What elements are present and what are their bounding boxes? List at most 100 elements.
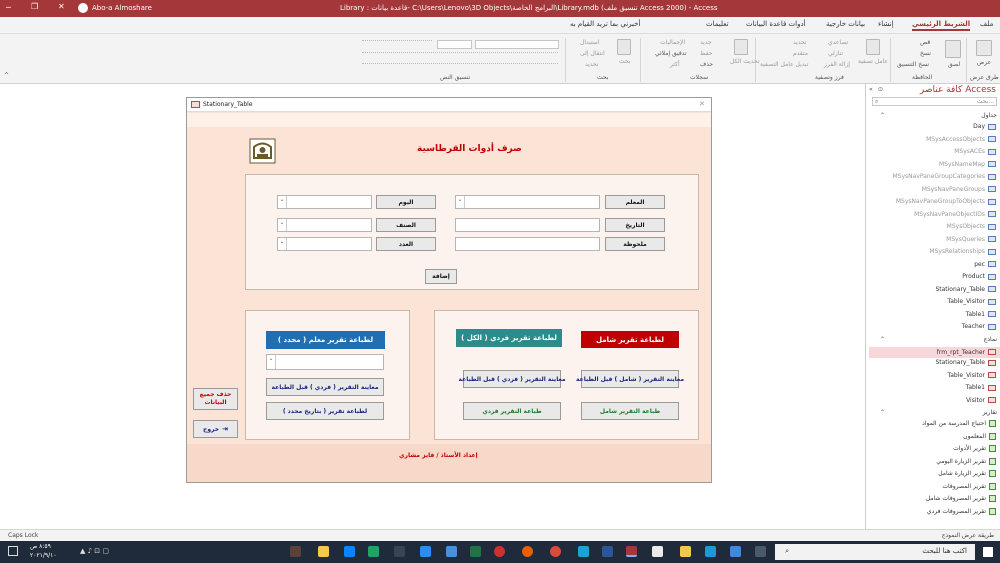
totals-button[interactable]: الإجماليات bbox=[660, 39, 685, 46]
nav-item[interactable]: Day bbox=[973, 123, 996, 130]
cut-button[interactable]: قص bbox=[920, 39, 930, 46]
app-icon-6[interactable] bbox=[318, 546, 329, 557]
paste-icon[interactable] bbox=[945, 40, 961, 58]
refresh-icon[interactable] bbox=[734, 39, 748, 55]
nav-item[interactable]: احتياج المدرسة من المواد bbox=[922, 420, 996, 427]
nav-item[interactable]: Visitor bbox=[966, 397, 996, 404]
app-icon-4[interactable] bbox=[368, 546, 379, 557]
tab-file[interactable]: ملف bbox=[980, 20, 993, 28]
nav-item[interactable]: MSysNavPaneObjectIDs bbox=[914, 211, 996, 218]
refresh-all-button[interactable]: تحديث الكل bbox=[730, 58, 760, 65]
chevron-down-icon[interactable]: ⌄ bbox=[278, 196, 287, 208]
mail-icon[interactable] bbox=[652, 546, 663, 557]
ascending-button[interactable]: تصاعدي bbox=[828, 39, 848, 46]
ie-icon[interactable] bbox=[578, 546, 589, 557]
add-button[interactable]: إضافة bbox=[425, 269, 457, 284]
view-icon[interactable] bbox=[976, 40, 992, 56]
nav-item[interactable]: Teacher bbox=[962, 323, 996, 330]
find-icon[interactable] bbox=[617, 39, 631, 55]
print-full-report-button[interactable]: طباعة التقرير شامل bbox=[581, 402, 679, 420]
chrome-icon[interactable] bbox=[550, 546, 561, 557]
selection-button[interactable]: تحديد bbox=[793, 39, 807, 46]
excel-icon[interactable] bbox=[470, 546, 481, 557]
save-record-button[interactable]: حفظ bbox=[700, 50, 712, 57]
system-tray-icons[interactable]: ▲ ♪ ⊡ ▢ bbox=[80, 547, 109, 555]
teacher-select-combo[interactable]: ⌄ bbox=[266, 354, 384, 370]
chevron-down-icon[interactable]: ⌄ bbox=[278, 219, 287, 231]
nav-item[interactable]: MSysNameMap bbox=[939, 161, 996, 168]
delete-all-data-button[interactable]: حذف جميع البيانات bbox=[193, 388, 238, 410]
count-label[interactable]: العدد bbox=[376, 237, 436, 251]
nav-item[interactable]: MSysNavPaneGroups bbox=[922, 186, 996, 193]
teacher-combo[interactable]: ⌄ bbox=[455, 195, 600, 209]
word-icon[interactable] bbox=[602, 546, 613, 557]
toggle-filter-button[interactable]: تبديل عامل التصفية bbox=[760, 61, 808, 68]
nav-item[interactable]: Table_Visitor bbox=[948, 298, 996, 305]
access-app-icon[interactable] bbox=[626, 546, 637, 557]
firefox-icon[interactable] bbox=[522, 546, 533, 557]
edge-icon[interactable] bbox=[705, 546, 716, 557]
nav-item[interactable]: تقرير المصروفات bbox=[942, 482, 996, 490]
class-label[interactable]: الصنف bbox=[376, 218, 436, 232]
class-combo[interactable]: ⌄ bbox=[277, 218, 372, 232]
user-name[interactable]: Abo-a Almoshare bbox=[92, 4, 152, 12]
advanced-button[interactable]: متقدم bbox=[793, 50, 808, 57]
notes-field[interactable] bbox=[455, 237, 600, 251]
nav-item[interactable]: frm_rpt_Teacher bbox=[869, 346, 1000, 358]
tab-database-tools[interactable]: أدوات قاعدة البيانات bbox=[746, 20, 806, 28]
tab-create[interactable]: إنشاء bbox=[878, 20, 894, 28]
preview-individual-report-button[interactable]: معاينة التقرير ( فردي ) قبل الطباعة bbox=[458, 370, 566, 388]
nav-item[interactable]: تقرير المصروفات فردي bbox=[927, 507, 996, 515]
preview-full-report-button[interactable]: معاينة التقرير ( شامل ) قبل الطباعة bbox=[576, 370, 684, 388]
store-icon[interactable] bbox=[730, 546, 741, 557]
copy-button[interactable]: نسخ bbox=[920, 50, 931, 57]
form-close-icon[interactable]: ✕ bbox=[699, 100, 705, 108]
goto-button[interactable]: انتقال إلى bbox=[580, 50, 605, 57]
nav-item[interactable]: MSysObjects bbox=[947, 223, 996, 230]
notification-icon[interactable] bbox=[8, 546, 18, 556]
replace-button[interactable]: استبدال bbox=[580, 39, 600, 46]
chevron-down-icon[interactable]: ⌄ bbox=[456, 196, 465, 208]
tab-help[interactable]: تعليمات bbox=[706, 20, 729, 28]
nav-item[interactable]: MSysQueries bbox=[946, 236, 996, 243]
nav-section-header[interactable]: تقارير bbox=[983, 409, 997, 416]
day-label[interactable]: اليوم bbox=[376, 195, 436, 209]
windows-start-icon[interactable] bbox=[983, 547, 993, 557]
filter-icon[interactable] bbox=[866, 39, 880, 55]
nav-item[interactable]: MSysRelationships bbox=[929, 248, 996, 255]
opera-icon[interactable] bbox=[494, 546, 505, 557]
nav-item[interactable]: المعلمون bbox=[963, 432, 996, 440]
nav-item[interactable]: Stationary_Table bbox=[935, 286, 996, 293]
nav-item[interactable]: MSysNavPaneGroupCategories bbox=[892, 173, 996, 180]
date-label[interactable]: التاريخ bbox=[605, 218, 665, 232]
minimize-button[interactable]: ─ bbox=[6, 3, 11, 12]
close-button[interactable]: ✕ bbox=[58, 2, 65, 11]
nav-item[interactable]: Product bbox=[962, 273, 996, 280]
nav-item[interactable]: MSysAccessObjects bbox=[926, 136, 996, 143]
count-combo[interactable]: ⌄ bbox=[277, 237, 372, 251]
nav-search-input[interactable]: بحث... ⌕ bbox=[872, 97, 997, 106]
nav-item[interactable]: تقرير الأدوات bbox=[953, 445, 996, 452]
exit-button[interactable]: خروج ⇥ bbox=[193, 420, 238, 438]
delete-record-button[interactable]: حذف bbox=[700, 61, 713, 68]
teacher-label[interactable]: المعلم bbox=[605, 195, 665, 209]
nav-menu-icon[interactable]: ⊙ bbox=[878, 86, 883, 93]
collapse-chevron-icon[interactable]: ⌃ bbox=[880, 409, 885, 416]
date-field[interactable] bbox=[455, 218, 600, 232]
format-painter-button[interactable]: نسخ التنسيق bbox=[897, 61, 929, 68]
spelling-button[interactable]: تدقيق إملائي bbox=[655, 50, 687, 57]
user-avatar[interactable] bbox=[78, 3, 88, 13]
collapse-chevron-icon[interactable]: ⌃ bbox=[880, 336, 885, 343]
nav-item[interactable]: MSysACEs bbox=[954, 148, 996, 155]
print-teacher-date-report-button[interactable]: لطباعة تقرير ( بتاريخ محدد ) bbox=[266, 402, 384, 420]
paste-button[interactable]: لصق bbox=[948, 61, 960, 68]
font-size-box[interactable] bbox=[437, 40, 472, 49]
collapse-chevron-icon[interactable]: ⌃ bbox=[880, 112, 885, 119]
app-icon-2[interactable] bbox=[420, 546, 431, 557]
print-individual-report-button[interactable]: طباعة التقرير فردي bbox=[463, 402, 561, 420]
nav-section-header[interactable]: نماذج bbox=[983, 336, 997, 343]
remove-sort-button[interactable]: إزالة الفرز bbox=[824, 61, 850, 68]
nav-item[interactable]: Stationary_Table bbox=[935, 359, 996, 366]
app-icon-3[interactable] bbox=[394, 546, 405, 557]
app-icon-7[interactable] bbox=[290, 546, 301, 557]
